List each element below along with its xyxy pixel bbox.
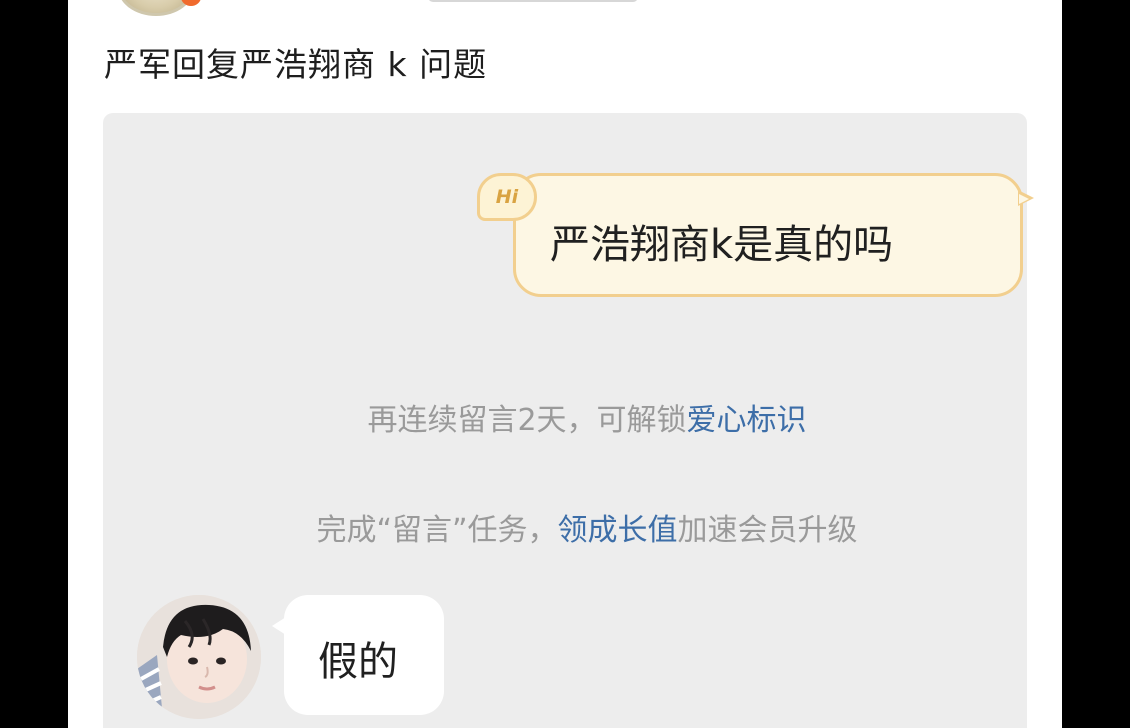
reply-text: 假的: [318, 639, 398, 685]
tip-unlock-text: 再连续留言2天，可解锁: [367, 403, 687, 438]
tip-task-text: 完成“留言”任务，: [316, 513, 558, 548]
hi-badge-icon: Hi: [477, 173, 537, 221]
chat-screenshot-card: 严浩翔商k是真的吗 Hi 再连续留言2天，可解锁爱心标识 完成“留言”任务，领成…: [103, 113, 1034, 728]
user-avatar-icon: [137, 595, 261, 719]
post-page: 严军回复严浩翔商 k 问题 严浩翔商k是真的吗 Hi 再连续留言2天，可解锁爱心…: [68, 0, 1062, 728]
tip-task-line: 完成“留言”任务，领成长值加速会员升级: [103, 505, 1027, 549]
tip-task-suffix: 加速会员升级: [677, 513, 858, 548]
reply-bubble-tail: [272, 617, 286, 635]
post-title: 严军回复严浩翔商 k 问题: [104, 45, 488, 84]
tip-unlock-line: 再连续留言2天，可解锁爱心标识: [103, 395, 1027, 439]
reply-bubble: 假的: [272, 595, 444, 715]
question-bubble-tail-inner: [1019, 194, 1029, 204]
growth-value-link[interactable]: 领成长值: [558, 513, 678, 548]
reply-user-avatar[interactable]: [137, 595, 261, 719]
heart-badge-link[interactable]: 爱心标识: [687, 403, 807, 438]
top-username-placeholder: [428, 0, 638, 2]
question-text: 严浩翔商k是真的吗: [550, 222, 894, 268]
question-bubble: 严浩翔商k是真的吗: [513, 173, 1034, 297]
